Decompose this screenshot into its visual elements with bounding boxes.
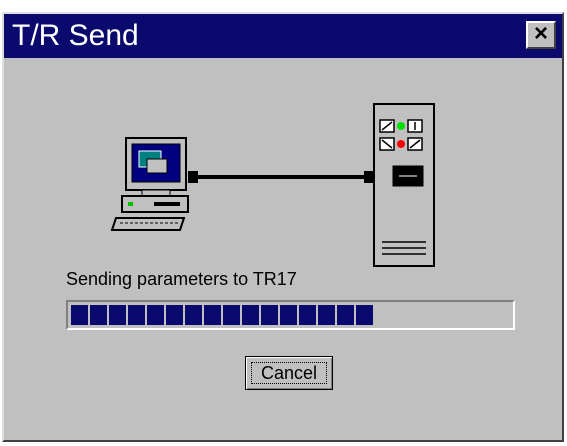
status-message: Sending parameters to TR17 (66, 269, 297, 289)
progress-block (261, 305, 278, 325)
progress-block (185, 305, 202, 325)
progress-block (71, 305, 88, 325)
progress-block (356, 305, 373, 325)
progress-block (223, 305, 240, 325)
tr17-device-icon (373, 103, 435, 267)
progress-block (90, 305, 107, 325)
progress-block (318, 305, 335, 325)
progress-block (109, 305, 126, 325)
progress-block (147, 305, 164, 325)
progress-block (299, 305, 316, 325)
progress-block (166, 305, 183, 325)
progress-bar (66, 300, 515, 330)
transfer-illustration (110, 103, 435, 267)
progress-block (242, 305, 259, 325)
progress-block (204, 305, 221, 325)
tr-send-dialog: T/R Send × Sending parameters to TR17 Ca… (2, 12, 564, 442)
progress-block (128, 305, 145, 325)
close-icon: × (533, 20, 548, 47)
cancel-button[interactable]: Cancel (245, 356, 333, 390)
cable-icon (188, 171, 374, 183)
close-button[interactable]: × (526, 21, 556, 49)
progress-block (337, 305, 354, 325)
window-title: T/R Send (12, 19, 139, 52)
progress-block (280, 305, 297, 325)
computer-icon (110, 137, 189, 231)
cancel-button-label: Cancel (251, 362, 327, 384)
title-bar[interactable]: T/R Send × (4, 14, 562, 58)
